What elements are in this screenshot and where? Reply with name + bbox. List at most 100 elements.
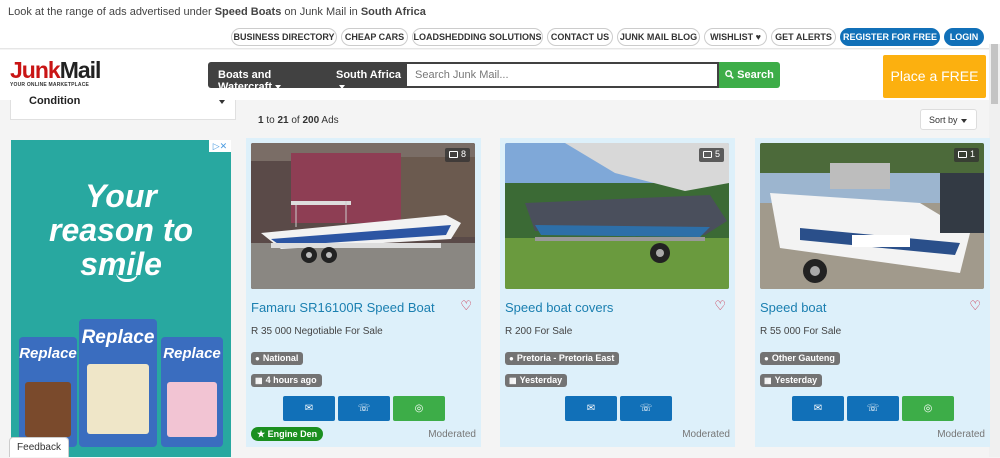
envelope-icon: ✉ bbox=[304, 403, 314, 414]
login-button[interactable]: LOGIN bbox=[944, 28, 984, 46]
can-label: Replace bbox=[163, 345, 221, 362]
camera-icon bbox=[702, 151, 712, 159]
photo-count-value: 8 bbox=[460, 149, 466, 159]
result-of-text: of bbox=[291, 115, 300, 126]
camera-icon bbox=[957, 151, 967, 159]
top-navigation: BUSINESS DIRECTORY CHEAP CARS LOADSHEDDI… bbox=[0, 24, 1000, 49]
site-header: JunkMail YOUR ONLINE MARKETPLACE Boats a… bbox=[0, 50, 1000, 127]
envelope-icon: ✉ bbox=[813, 403, 823, 414]
intro-prefix: Look at the range of ads advertised unde… bbox=[8, 6, 215, 18]
intro-category: Speed Boats bbox=[214, 6, 282, 18]
posted-text: Yesterday bbox=[774, 375, 818, 385]
result-count: 1 to 21 of 200 Ads bbox=[258, 115, 339, 126]
email-seller-button[interactable]: ✉ bbox=[565, 396, 617, 421]
product-can-chocolate: Replace bbox=[19, 337, 77, 447]
call-seller-button[interactable]: ☏ bbox=[620, 396, 672, 421]
posted-badge: ▦ Yesterday bbox=[760, 374, 823, 387]
listing-photo[interactable]: 8 bbox=[251, 143, 475, 289]
wishlist-heart-icon[interactable]: ♡ bbox=[969, 298, 981, 314]
photo-count: 5 bbox=[698, 148, 724, 162]
listing-title[interactable]: Famaru SR16100R Speed Boat bbox=[251, 300, 441, 315]
call-seller-button[interactable]: ☏ bbox=[338, 396, 390, 421]
location-dropdown[interactable]: South Africa bbox=[328, 62, 405, 90]
condition-filter[interactable]: Condition bbox=[10, 96, 236, 120]
logo-mail: Mail bbox=[59, 57, 102, 83]
register-button[interactable]: REGISTER FOR FREE bbox=[840, 28, 940, 46]
boat-photo-3 bbox=[760, 143, 984, 289]
category-dropdown-label: Boats and Watercraft bbox=[218, 69, 272, 93]
nav-wishlist[interactable]: WISHLIST ♥ bbox=[704, 28, 767, 46]
listing-card[interactable]: 1 Speed boat ♡ R 55 000 For Sale ● Other … bbox=[755, 138, 990, 447]
result-ads-text: Ads bbox=[321, 115, 339, 126]
nav-get-alerts[interactable]: GET ALERTS bbox=[771, 28, 836, 46]
whatsapp-icon: ◎ bbox=[923, 403, 933, 414]
nav-loadshedding-solutions[interactable]: LOADSHEDDING SOLUTIONS bbox=[412, 28, 543, 46]
phone-icon: ☏ bbox=[639, 403, 653, 414]
camera-icon bbox=[448, 151, 458, 159]
page-scrollbar[interactable] bbox=[989, 44, 1000, 457]
wishlist-heart-icon[interactable]: ♡ bbox=[460, 298, 472, 314]
search-icon bbox=[725, 70, 734, 79]
email-seller-button[interactable]: ✉ bbox=[283, 396, 335, 421]
caret-down-icon bbox=[960, 118, 967, 123]
dealer-badge[interactable]: ★ Engine Den bbox=[251, 427, 324, 441]
product-can-strawberry: Replace bbox=[161, 337, 223, 447]
listing-card[interactable]: 8 Famaru SR16100R Speed Boat ♡ R 35 000 … bbox=[246, 138, 481, 447]
location-badge: ● Pretoria - Pretoria East bbox=[505, 352, 620, 365]
can-label: Replace bbox=[81, 327, 155, 348]
adchoices-icon[interactable]: ▷✕ bbox=[209, 140, 231, 152]
nav-contact-us[interactable]: CONTACT US bbox=[547, 28, 613, 46]
junkmail-logo[interactable]: JunkMail YOUR ONLINE MARKETPLACE bbox=[10, 58, 105, 92]
result-from: 1 bbox=[258, 115, 264, 126]
star-icon: ★ bbox=[257, 429, 268, 439]
moderation-status: Moderated bbox=[682, 429, 730, 440]
whatsapp-seller-button[interactable]: ◎ bbox=[393, 396, 445, 421]
nav-business-directory[interactable]: BUSINESS DIRECTORY bbox=[231, 28, 337, 46]
call-seller-button[interactable]: ☏ bbox=[847, 396, 899, 421]
listing-photo[interactable]: 5 bbox=[505, 143, 729, 289]
location-text: Other Gauteng bbox=[771, 353, 835, 363]
listing-price: R 55 000 For Sale bbox=[760, 326, 842, 337]
nav-cheap-cars[interactable]: CHEAP CARS bbox=[341, 28, 408, 46]
intro-region: South Africa bbox=[360, 6, 426, 18]
sort-by-dropdown[interactable]: Sort by bbox=[920, 109, 977, 130]
result-to-text: to bbox=[266, 115, 275, 126]
photo-count: 8 bbox=[444, 148, 470, 162]
map-pin-icon: ● bbox=[764, 354, 769, 363]
location-badge: ● Other Gauteng bbox=[760, 352, 840, 365]
sort-by-label: Sort by bbox=[929, 115, 958, 125]
search-input[interactable] bbox=[405, 62, 719, 88]
sidebar-advert[interactable]: ▷✕ Your reason to smile Replace Replace … bbox=[11, 140, 231, 457]
map-pin-icon: ● bbox=[255, 354, 260, 363]
posted-badge: ▦ 4 hours ago bbox=[251, 374, 322, 387]
listing-title[interactable]: Speed boat covers bbox=[505, 300, 695, 315]
advert-line-1: Your bbox=[85, 178, 157, 214]
category-dropdown[interactable]: Boats and Watercraft bbox=[208, 62, 328, 93]
place-free-ad-button[interactable]: Place a FREE Ad bbox=[883, 55, 986, 127]
nav-junk-mail-blog[interactable]: JUNK MAIL BLOG bbox=[617, 28, 700, 46]
wishlist-heart-icon[interactable]: ♡ bbox=[714, 298, 726, 314]
scrollbar-thumb[interactable] bbox=[991, 44, 998, 104]
advert-line-2: reason to bbox=[48, 212, 194, 248]
boat-photo-2 bbox=[505, 143, 729, 289]
whatsapp-icon: ◎ bbox=[414, 403, 424, 414]
logo-junk: Junk bbox=[10, 57, 61, 83]
dealer-name: Engine Den bbox=[267, 429, 318, 439]
feedback-tab[interactable]: Feedback bbox=[9, 437, 69, 457]
listing-photo[interactable]: 1 bbox=[760, 143, 984, 289]
intro-middle: on Junk Mail in bbox=[281, 6, 361, 18]
email-seller-button[interactable]: ✉ bbox=[792, 396, 844, 421]
posted-text: Yesterday bbox=[519, 375, 563, 385]
listing-card[interactable]: 5 Speed boat covers ♡ R 200 For Sale ● Pr… bbox=[500, 138, 735, 447]
result-total: 200 bbox=[302, 115, 320, 126]
search-button[interactable]: Search bbox=[719, 62, 780, 88]
listing-price: R 200 For Sale bbox=[505, 326, 573, 337]
phone-icon: ☏ bbox=[357, 403, 371, 414]
location-badge: ● National bbox=[251, 352, 304, 365]
condition-filter-label: Condition bbox=[29, 95, 81, 107]
photo-count-value: 1 bbox=[969, 149, 975, 159]
calendar-icon: ▦ bbox=[509, 376, 517, 385]
calendar-icon: ▦ bbox=[764, 376, 772, 385]
listing-title[interactable]: Speed boat bbox=[760, 300, 950, 315]
whatsapp-seller-button[interactable]: ◎ bbox=[902, 396, 954, 421]
